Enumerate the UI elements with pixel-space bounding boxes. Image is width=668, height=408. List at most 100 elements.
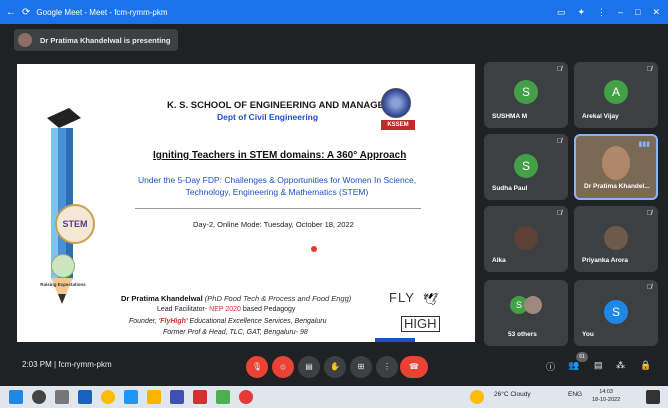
more-options-button[interactable]: ⋮ [376,356,398,378]
activities-icon[interactable]: ⁂ [616,360,625,371]
others-photo [524,296,542,314]
app-icon[interactable] [170,390,184,404]
search-icon[interactable] [32,390,46,404]
cast-icon[interactable]: ▭ [557,7,566,18]
institution-name: K. S. SCHOOL OF ENGINEERING AND MANAGEME… [167,100,411,111]
shared-slide: STEM Raising Expectations K. S. SCHOOL O… [17,64,475,342]
window-title: Google Meet - Meet - fcm-rymm-pkm [36,7,168,17]
captions-button[interactable]: ▤ [298,356,320,378]
lead-text: Lead Facilitator- [157,306,210,313]
host-controls-icon[interactable]: 🔒 [640,360,651,371]
raise-hand-button[interactable]: ✋ [324,356,346,378]
extensions-icon[interactable]: ✦ [577,7,585,18]
mic-off-icon: 🎙̸ [646,284,652,291]
present-button[interactable]: ⊞ [350,356,372,378]
menu-icon[interactable]: ⋮ [597,7,606,18]
slide-accent-bar [375,338,415,342]
participant-tile[interactable]: 🎙̸ Alka [484,206,568,272]
participant-name: Arekal Vijay [582,113,619,120]
others-tile[interactable]: S 53 others [484,280,568,346]
speaker-qualification: (PhD Food Tech & Process and Food Engg) [202,294,352,303]
self-name: You [582,331,594,338]
participant-avatar: A [604,80,628,104]
presenter-avatar [18,33,32,47]
app-icon[interactable] [216,390,230,404]
mic-off-icon: 🎙̸ [556,66,562,73]
people-count-badge: 61 [576,352,588,362]
mic-off-icon: 🎙̸ [646,66,652,73]
participant-tile[interactable]: 🎙̸ Priyanka Arora [574,206,658,272]
leave-call-button[interactable]: ☎ [400,356,428,378]
close-button[interactable]: ✕ [652,7,660,18]
video-feed [602,146,630,180]
participant-name: SUSHMA M [492,113,528,120]
weather-widget[interactable]: 26°C Cloudy [494,391,531,398]
nep-text: NEP 2020 [209,306,241,313]
chrome-active-icon[interactable] [239,390,253,404]
meeting-controls-bar: 2:03 PM | fcm-rymm-pkm 🎙 ⦸ ▤ ✋ ⊞ ⋮ ☎ ⓘ 👥… [0,350,668,386]
file-explorer-icon[interactable] [147,390,161,404]
founder-line: Founder, 'FlyHigh' Educational Excellenc… [129,318,327,325]
slide-divider [135,208,421,209]
self-tile[interactable]: 🎙̸ S You [574,280,658,346]
bird-icon: 🕊 [423,292,439,306]
chat-icon[interactable]: ▤ [594,360,603,371]
help-icon[interactable] [470,390,484,404]
participant-avatar: S [514,154,538,178]
profile-photo [514,226,538,250]
task-view-icon[interactable] [55,390,69,404]
participant-tile[interactable]: 🎙̸ S Sudha Paul [484,134,568,200]
meeting-time: 2:03 PM [22,360,52,369]
participant-tile-active[interactable]: ▮▮▮ Dr Pratima Khandel... [574,134,658,200]
participant-name: Priyanka Arora [582,257,629,264]
raising-expectations-label: Raising Expectations [40,282,86,287]
back-icon[interactable]: ← [6,7,16,18]
info-icon[interactable]: ⓘ [546,360,555,373]
college-emblem [381,88,411,118]
presenting-text: Dr Pratima Khandelwal is presenting [40,35,171,45]
participant-name: Sudha Paul [492,185,528,192]
presenting-chip[interactable]: Dr Pratima Khandelwal is presenting [14,29,179,51]
participant-tile[interactable]: 🎙̸ A Arekal Vijay [574,62,658,128]
notifications-icon[interactable] [646,390,660,404]
minimize-button[interactable]: – [618,7,623,17]
start-icon[interactable] [9,390,23,404]
meeting-info: 2:03 PM | fcm-rymm-pkm [22,360,112,369]
speaking-indicator-icon: ▮▮▮ [638,141,650,148]
mic-off-icon: 🎙̸ [556,210,562,217]
mic-off-icon: 🎙̸ [646,210,652,217]
people-icon[interactable]: 👥 [568,360,579,371]
speaker-line: Dr Pratima Khandelwal (PhD Food Tech & P… [121,294,351,303]
participant-name: Dr Pratima Khandel... [584,183,650,190]
others-count: 53 others [508,331,537,338]
mic-off-icon: 🎙̸ [556,138,562,145]
slide-date: Day-2, Online Mode: Tuesday, October 18,… [193,220,354,229]
participant-avatar: S [514,80,538,104]
services-text: Educational Excellence Services, Bengalu… [187,318,327,325]
maximize-button[interactable]: □ [635,7,640,17]
flyhigh-logo-bottom: HIGH [401,316,440,332]
office-icon[interactable] [193,390,207,404]
camera-toggle-button[interactable]: ⦸ [272,356,294,378]
language-indicator[interactable]: ENG [568,391,582,398]
slide-subhead: Under the 5-Day FDP: Challenges & Opport… [137,175,417,197]
college-logo-text: KSSEM [381,120,415,130]
browser-titlebar: ← ⟳ Google Meet - Meet - fcm-rymm-pkm ▭ … [0,0,668,24]
system-clock[interactable]: 14:03 18-10-2022 [592,388,620,404]
department-name: Dept of Civil Engineering [217,112,319,122]
laser-pointer [311,246,317,252]
raising-expectations-logo [51,254,75,278]
meeting-code: fcm-rymm-pkm [58,360,112,369]
speaker-name: Dr Pratima Khandelwal [121,294,203,303]
windows-taskbar: 26°C Cloudy ENG 14:03 18-10-2022 [0,386,668,408]
mic-toggle-button[interactable]: 🎙 [246,356,268,378]
chrome-icon[interactable] [101,390,115,404]
lead-line: Lead Facilitator- NEP 2020 based Pedagog… [157,306,295,313]
pedagogy-text: based Pedagogy [240,306,296,313]
participant-tile[interactable]: 🎙̸ S SUSHMA M [484,62,568,128]
slide-headline: Igniting Teachers in STEM domains: A 360… [153,150,407,161]
presenting-bar: Dr Pratima Khandelwal is presenting [0,24,668,56]
reload-icon[interactable]: ⟳ [22,7,30,18]
store-icon[interactable] [124,390,138,404]
mail-icon[interactable] [78,390,92,404]
